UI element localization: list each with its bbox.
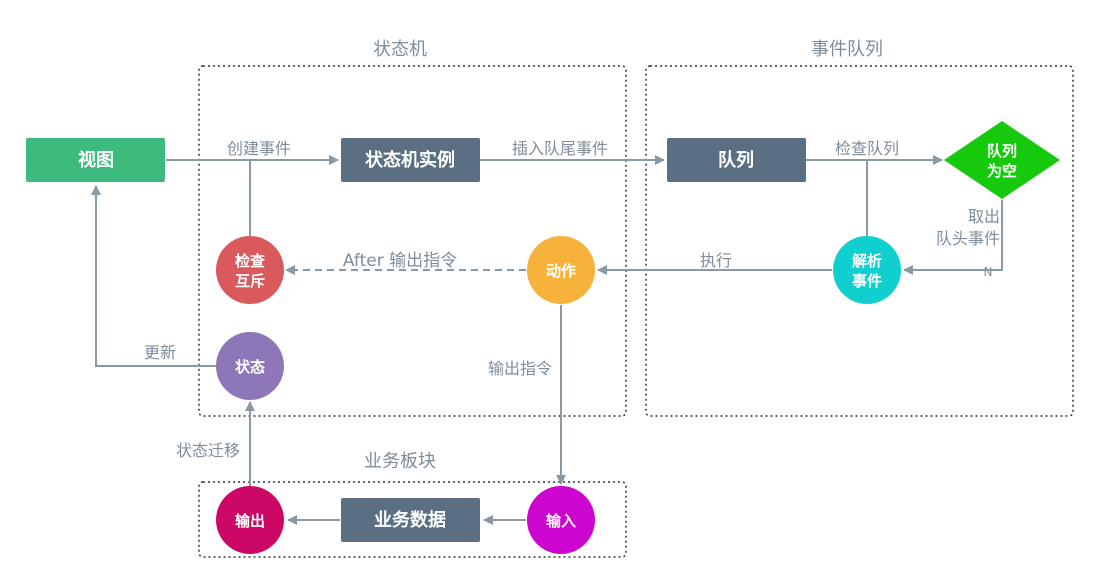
node-queue-empty-label-2: 为空: [987, 162, 1017, 180]
node-parse-event-label-1: 解析: [852, 252, 882, 270]
node-parse-event-label-2: 事件: [852, 272, 882, 290]
edge-label-after-output: After 输出指令: [343, 251, 457, 271]
node-check-mutex: [216, 236, 284, 304]
node-queue-empty-label-1: 队列: [987, 142, 1017, 160]
node-check-mutex-label-1: 检查: [235, 252, 266, 270]
edge-label-no: N: [984, 265, 993, 279]
edge-label-take-head-2: 队头事件: [936, 229, 1000, 248]
edge-label-output-cmd: 输出指令: [488, 359, 552, 378]
node-action-label: 动作: [546, 262, 576, 280]
node-state-machine-instance-label: 状态机实例: [365, 149, 455, 171]
edge-label-check-queue: 检查队列: [835, 139, 899, 158]
node-state-label: 状态: [235, 358, 265, 376]
edge-label-update: 更新: [144, 343, 176, 362]
node-output-label: 输出: [235, 512, 265, 530]
node-queue-label: 队列: [718, 149, 754, 171]
edge-label-state-transition: 状态迁移: [176, 441, 240, 460]
edge-label-create-event: 创建事件: [227, 139, 291, 158]
diagram-canvas: 状态机 事件队列 业务板块 创建事件 插入队尾事件 检查队列 取出 队头事件 N…: [0, 0, 1098, 583]
edge-update: [91, 185, 216, 367]
flow-diagram: 状态机 事件队列 业务板块 创建事件 插入队尾事件 检查队列 取出 队头事件 N…: [26, 39, 1074, 558]
node-business-data-label: 业务数据: [374, 509, 446, 531]
node-check-mutex-label-2: 互斥: [235, 272, 265, 290]
node-input-label: 输入: [546, 512, 576, 530]
node-parse-event: [833, 236, 901, 304]
node-queue-empty-diamond: [944, 121, 1060, 199]
group-title-state-machine: 状态机: [373, 39, 427, 60]
edge-label-insert-tail: 插入队尾事件: [512, 139, 608, 158]
node-view-label: 视图: [78, 149, 114, 171]
group-title-business: 业务板块: [364, 451, 436, 472]
edge-label-take-head-1: 取出: [968, 207, 1000, 226]
group-title-event-queue: 事件队列: [811, 39, 883, 60]
edge-label-execute: 执行: [700, 251, 732, 270]
